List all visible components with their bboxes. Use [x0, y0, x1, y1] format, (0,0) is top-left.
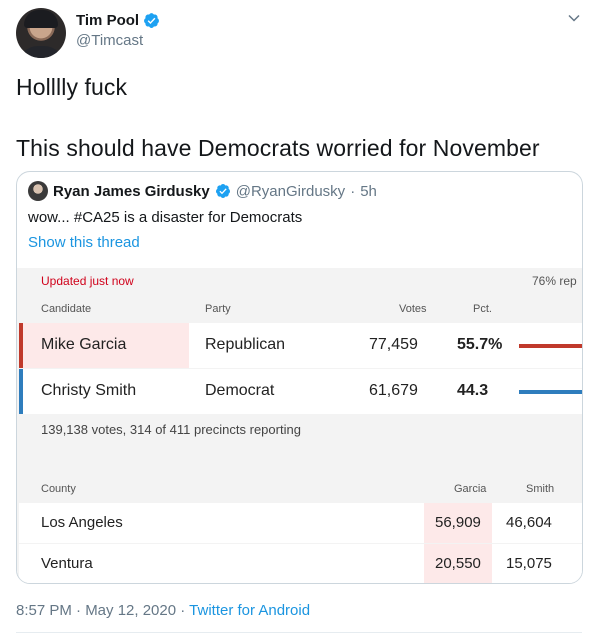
verified-badge-icon [215, 184, 230, 198]
author-display-name[interactable]: Tim Pool [76, 12, 139, 29]
reporting-percent: 76% rep [532, 274, 577, 288]
tweet-meta: 8:57 PM · May 12, 2020 · Twitter for And… [16, 602, 310, 619]
quoted-tweet-header: Ryan James Girdusky @RyanGirdusky · 5h [28, 181, 377, 201]
updated-label: Updated just now [41, 274, 134, 288]
candidate-row-garcia: Mike Garcia Republican 77,459 55.7% [19, 323, 582, 368]
candidate-party: Republican [205, 336, 286, 353]
candidate-pct: 44.3 [457, 382, 489, 399]
candidate-pct: 55.7% [457, 336, 503, 353]
show-thread-link[interactable]: Show this thread [28, 234, 140, 251]
party-color-bar [19, 369, 23, 414]
header-pct: Pct. [473, 303, 492, 315]
chevron-down-icon[interactable] [566, 10, 582, 26]
quoted-author-handle: @RyanGirdusky [235, 182, 346, 200]
candidate-name: Christy Smith [41, 382, 137, 399]
quoted-time: 5h [360, 182, 377, 200]
tweet: Tim Pool @Timcast Holllly fuck This shou… [0, 0, 598, 633]
dot-separator: · [350, 182, 356, 200]
verified-badge-icon [144, 13, 159, 28]
candidate-party: Democrat [205, 382, 275, 399]
quoted-author-avatar [28, 181, 48, 201]
header-smith: Smith [526, 483, 555, 495]
vote-share-bar [519, 390, 582, 394]
county-smith-votes: 46,604 [506, 514, 552, 531]
candidate-votes: 77,459 [369, 336, 418, 353]
results-card: Updated just now 76% rep Candidate Party… [19, 268, 582, 583]
election-results-image: Updated just now 76% rep Candidate Party… [17, 268, 582, 583]
tweet-text-line-1: Holllly fuck [16, 74, 128, 100]
header-votes: Votes [399, 303, 427, 315]
quoted-tweet[interactable]: Ryan James Girdusky @RyanGirdusky · 5h w… [16, 171, 583, 584]
tweet-source-link[interactable]: Twitter for Android [189, 602, 310, 619]
author-avatar[interactable] [16, 8, 66, 58]
candidate-votes: 61,679 [369, 382, 418, 399]
votes-summary: 139,138 votes, 314 of 411 precincts repo… [41, 422, 301, 437]
county-row-los-angeles: Los Angeles 56,909 46,604 [19, 503, 582, 543]
avatar-shirt [18, 46, 64, 58]
county-row-ventura: Ventura 20,550 15,075 [19, 544, 582, 583]
county-name: Ventura [41, 555, 93, 572]
candidate-row-smith: Christy Smith Democrat 61,679 44.3 [19, 369, 582, 414]
party-color-bar [19, 323, 23, 368]
header-garcia: Garcia [454, 483, 487, 495]
vote-share-bar [519, 344, 582, 348]
avatar-beanie [24, 10, 58, 28]
county-name: Los Angeles [41, 514, 123, 531]
county-smith-votes: 15,075 [506, 555, 552, 572]
tweet-timestamp[interactable]: 8:57 PM · May 12, 2020 · [16, 602, 189, 619]
header-party: Party [205, 303, 231, 315]
county-garcia-votes: 20,550 [435, 555, 481, 572]
tweet-text-line-2: This should have Democrats worried for N… [16, 135, 540, 161]
quoted-author-name: Ryan James Girdusky [53, 182, 210, 200]
quoted-tweet-text: wow... #CA25 is a disaster for Democrats [28, 209, 303, 226]
county-garcia-votes: 56,909 [435, 514, 481, 531]
author-name-row[interactable]: Tim Pool [76, 12, 160, 29]
author-handle[interactable]: @Timcast [76, 32, 143, 49]
header-county: County [41, 483, 76, 495]
candidate-name: Mike Garcia [41, 336, 127, 353]
header-candidate: Candidate [41, 303, 92, 315]
